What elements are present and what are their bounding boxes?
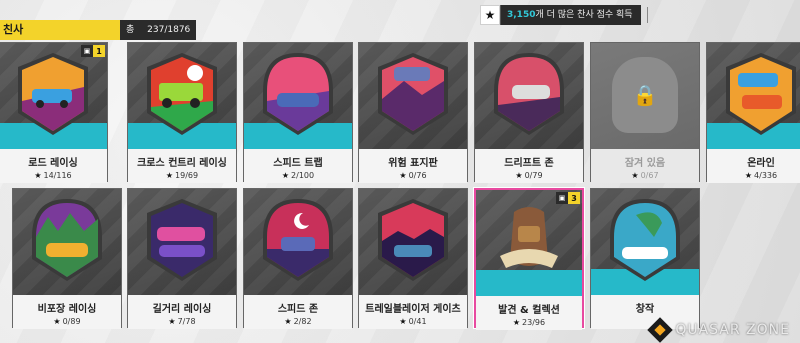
- notice-text: 3,150개 더 많은 찬사 점수 획득: [500, 5, 641, 25]
- card-drift-zone[interactable]: 드리프트 존 ★ 0/79: [474, 42, 584, 183]
- card-art: 🔒: [591, 43, 699, 149]
- card-creative[interactable]: 창작: [590, 188, 700, 329]
- card-art: [707, 43, 800, 149]
- card-cross-country[interactable]: 크로스 컨트리 레이싱 ★ 19/69: [127, 42, 237, 183]
- notice-highlight: 3,150: [507, 10, 536, 20]
- card-art: [359, 189, 467, 295]
- card-name: 스피드 트랩: [273, 158, 323, 169]
- card-progress: ★ 14/116: [34, 171, 72, 180]
- total-value: 237/1876: [147, 25, 191, 35]
- category-label: 친사: [0, 20, 120, 40]
- card-speed-trap[interactable]: 스피드 트랩 ★ 2/100: [243, 42, 353, 183]
- card-art: [244, 189, 352, 295]
- drift-zone-icon: [490, 51, 568, 137]
- card-name: 위험 표지판: [388, 158, 438, 169]
- card-name: 잠겨 있음: [624, 158, 666, 169]
- total-label: 총: [126, 25, 135, 35]
- card-name: 로드 레이싱: [28, 158, 78, 169]
- card-progress: ★ 7/78: [168, 317, 196, 326]
- card-art: [591, 189, 699, 295]
- card-progress: ★ 4/336: [744, 171, 778, 180]
- cross-country-icon: [143, 51, 221, 137]
- card-progress: ★ 0/79: [515, 171, 543, 180]
- card-art: [475, 43, 583, 149]
- trailblazer-icon: [374, 197, 452, 283]
- card-progress: ★ 0/41: [399, 317, 427, 326]
- card-progress: ★ 0/67: [631, 171, 659, 180]
- card-name: 창작: [635, 304, 655, 315]
- category-header: 친사 총 237/1876: [0, 20, 196, 40]
- card-dirt-racing[interactable]: 비포장 레이싱 ★ 0/89: [12, 188, 122, 329]
- card-name: 발견 & 컬렉션: [498, 305, 560, 316]
- watermark-text: QUASAR ZONE: [675, 322, 790, 338]
- notice-divider: [646, 7, 648, 23]
- card-art: [244, 43, 352, 149]
- lock-icon: 🔒: [612, 57, 678, 133]
- discovery-icon: [490, 198, 568, 284]
- card-speed-zone[interactable]: 스피드 존 ★ 2/82: [243, 188, 353, 329]
- online-icon: [722, 51, 800, 137]
- total-counter: 총 237/1876: [120, 20, 196, 40]
- card-count-tag: ▣ 3: [556, 192, 580, 204]
- card-art: [13, 189, 121, 295]
- card-road-racing[interactable]: ▣ 1 로드 레이싱 ★ 14/116: [0, 42, 108, 183]
- card-art: ▣ 3: [476, 190, 582, 296]
- dirt-racing-icon: [28, 197, 106, 283]
- card-name: 트레일블레이저 게이츠: [365, 304, 461, 315]
- car-icon: ▣: [556, 192, 568, 204]
- card-name: 온라인: [747, 158, 775, 169]
- card-name: 스피드 존: [277, 304, 319, 315]
- card-progress: ★ 23/96: [512, 318, 546, 327]
- card-art: ▣ 1: [0, 43, 107, 149]
- card-progress: ★ 19/69: [165, 171, 199, 180]
- card-name: 길거리 레이싱: [152, 304, 212, 315]
- accolade-notice: ★ 3,150개 더 많은 찬사 점수 획득: [480, 4, 648, 26]
- speed-trap-icon: [259, 51, 337, 137]
- card-count-tag: ▣ 1: [81, 45, 105, 57]
- card-name: 크로스 컨트리 레이싱: [137, 158, 227, 169]
- watermark: QUASAR ZONE: [647, 317, 790, 343]
- card-progress: ★ 2/82: [284, 317, 312, 326]
- card-name: 비포장 레이싱: [37, 304, 97, 315]
- card-locked: 🔒 잠겨 있음 ★ 0/67: [590, 42, 700, 183]
- speed-zone-icon: [259, 197, 337, 283]
- street-racing-icon: [143, 197, 221, 283]
- star-icon: ★: [480, 5, 500, 25]
- car-icon: ▣: [81, 45, 93, 57]
- card-online[interactable]: 온라인 ★ 4/336: [706, 42, 800, 183]
- card-progress: ★ 0/76: [399, 171, 427, 180]
- creative-icon: [606, 197, 684, 283]
- card-art: [128, 43, 236, 149]
- logo-icon: [647, 317, 674, 343]
- road-racing-icon: [14, 51, 92, 137]
- card-trailblazer[interactable]: 트레일블레이저 게이츠 ★ 0/41: [358, 188, 468, 329]
- card-name: 드리프트 존: [504, 158, 554, 169]
- card-art: [359, 43, 467, 149]
- card-discovery[interactable]: ▣ 3 발견 & 컬렉션 ★ 23/96: [474, 188, 584, 330]
- card-danger-sign[interactable]: 위험 표지판 ★ 0/76: [358, 42, 468, 183]
- card-art: [128, 189, 236, 295]
- card-street-racing[interactable]: 길거리 레이싱 ★ 7/78: [127, 188, 237, 329]
- danger-sign-icon: [374, 51, 452, 137]
- card-progress: ★ 0/89: [53, 317, 81, 326]
- card-progress: ★ 2/100: [281, 171, 315, 180]
- notice-message: 개 더 많은 찬사 점수 획득: [535, 10, 633, 20]
